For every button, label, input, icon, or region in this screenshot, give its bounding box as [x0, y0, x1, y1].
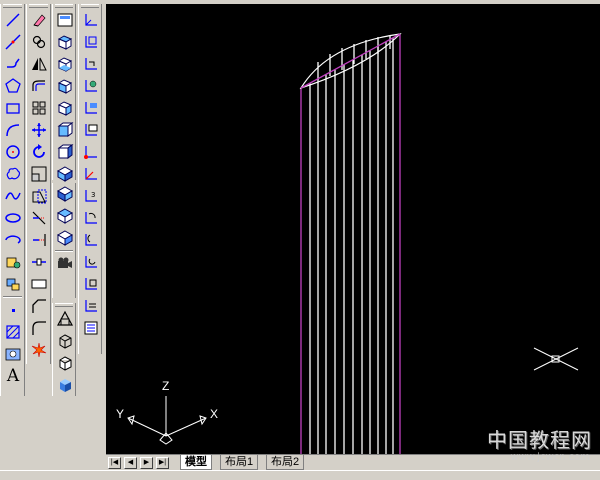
bottom-view-icon[interactable]	[54, 54, 76, 74]
join-icon[interactable]	[28, 274, 50, 294]
draw-toolbar: A	[0, 4, 25, 396]
ucs-toolbar: 3	[78, 4, 102, 354]
toolbar-grip[interactable]	[3, 4, 22, 8]
ucs-y-label: Y	[116, 407, 124, 421]
left-panel-bottom	[0, 396, 106, 470]
construction-line-icon[interactable]	[2, 32, 24, 52]
model-space-canvas: Z Y X	[116, 33, 579, 454]
ucs-z-label: Z	[162, 379, 169, 393]
ucs-x-icon[interactable]	[80, 208, 102, 228]
ellipse-arc-icon[interactable]	[2, 230, 24, 250]
drawing-viewport[interactable]: Z Y X	[106, 4, 600, 454]
first-tab-button[interactable]: |◀	[108, 457, 121, 469]
hidden-icon[interactable]	[54, 353, 76, 373]
make-block-icon[interactable]	[2, 274, 24, 294]
ucs-z-icon[interactable]	[80, 252, 102, 272]
tab-model[interactable]: 模型	[180, 455, 212, 470]
watermark-text: 中国教程网	[487, 428, 592, 452]
tab-layout1[interactable]: 布局1	[220, 455, 259, 470]
rotate-icon[interactable]	[28, 142, 50, 162]
se-isometric-icon[interactable]	[54, 184, 76, 204]
top-view-icon[interactable]	[54, 32, 76, 52]
watermark-url: www.jcwcn.com	[510, 452, 590, 463]
erase-icon[interactable]	[28, 10, 50, 30]
tab-layout2[interactable]: 布局2	[266, 455, 305, 470]
flat-shaded-icon[interactable]	[54, 375, 76, 395]
views-toolbar-iso	[52, 183, 76, 298]
ucs-3point-icon[interactable]: 3	[80, 186, 102, 206]
last-tab-button[interactable]: ▶|	[156, 457, 169, 469]
toolbar-grip[interactable]	[55, 303, 73, 307]
toolbar-grip[interactable]	[29, 4, 48, 8]
array-icon[interactable]	[28, 98, 50, 118]
region-icon[interactable]	[2, 344, 24, 364]
arc-icon[interactable]	[2, 120, 24, 140]
extend-icon[interactable]	[28, 230, 50, 250]
camera-icon[interactable]	[54, 254, 76, 274]
hatch-icon[interactable]	[2, 322, 24, 342]
left-view-icon[interactable]	[54, 76, 76, 96]
ucs-world-icon[interactable]	[80, 32, 102, 52]
copy-icon[interactable]	[28, 32, 50, 52]
scale-icon[interactable]	[28, 164, 50, 184]
modify-toolbar	[26, 4, 51, 364]
top-diagonal-edge	[300, 33, 401, 89]
stretch-icon[interactable]	[28, 186, 50, 206]
cad-application-window: A 3 Z Y X |◀ ◀ ▶ ▶| 模型 布局1 布局2 中国教程网 www…	[0, 0, 600, 480]
next-tab-button[interactable]: ▶	[140, 457, 153, 469]
move-icon[interactable]	[28, 120, 50, 140]
break-icon[interactable]	[28, 252, 50, 272]
multiline-text-glyph: A	[6, 366, 20, 386]
3d-wireframe-icon[interactable]	[54, 331, 76, 351]
svg-text:3: 3	[91, 191, 95, 199]
explode-icon[interactable]	[28, 340, 50, 360]
status-strip	[0, 470, 600, 480]
ellipse-icon[interactable]	[2, 208, 24, 228]
ucs-icon[interactable]	[80, 10, 102, 30]
back-view-icon[interactable]	[54, 142, 76, 162]
trim-icon[interactable]	[28, 208, 50, 228]
chamfer-icon[interactable]	[28, 296, 50, 316]
ucs-zaxis-icon[interactable]	[80, 164, 102, 184]
nw-isometric-icon[interactable]	[54, 228, 76, 248]
front-view-icon[interactable]	[54, 120, 76, 140]
ucs-y-icon[interactable]	[80, 230, 102, 250]
spline-icon[interactable]	[2, 186, 24, 206]
multiline-text-icon[interactable]: A	[2, 366, 24, 386]
line-icon[interactable]	[2, 10, 24, 30]
offset-icon[interactable]	[28, 76, 50, 96]
toolbar-grip[interactable]	[81, 4, 99, 8]
mirror-icon[interactable]	[28, 54, 50, 74]
ucs-view-icon[interactable]	[80, 120, 102, 140]
ucs-object-icon[interactable]	[80, 98, 102, 118]
ucs-manager-icon[interactable]	[80, 318, 102, 338]
ucs-x-label: X	[210, 407, 218, 421]
revision-cloud-icon[interactable]	[2, 164, 24, 184]
prev-tab-button[interactable]: ◀	[124, 457, 137, 469]
ne-isometric-icon[interactable]	[54, 206, 76, 226]
right-view-icon[interactable]	[54, 98, 76, 118]
polygon-icon[interactable]	[2, 76, 24, 96]
point-icon[interactable]	[2, 300, 24, 320]
polyline-icon[interactable]	[2, 54, 24, 74]
circle-icon[interactable]	[2, 142, 24, 162]
2d-wireframe-icon[interactable]	[54, 309, 76, 329]
ucs-apply-icon[interactable]	[80, 274, 102, 294]
ucs-previous-icon[interactable]	[80, 54, 102, 74]
ucs-face-icon[interactable]	[80, 76, 102, 96]
solid-wireframe	[299, 33, 402, 454]
insert-block-icon[interactable]	[2, 252, 24, 272]
toolbar-grip[interactable]	[55, 4, 73, 8]
named-views-icon[interactable]	[54, 10, 76, 30]
sw-isometric-icon[interactable]	[54, 164, 76, 184]
fillet-icon[interactable]	[28, 318, 50, 338]
crosshair-cursor	[533, 347, 579, 371]
ucs-named-icon[interactable]	[80, 296, 102, 316]
ucs-origin-icon: Z Y X	[116, 379, 218, 445]
ucs-origin-icon[interactable]	[80, 142, 102, 162]
rectangle-icon[interactable]	[2, 98, 24, 118]
views-toolbar	[52, 4, 76, 182]
